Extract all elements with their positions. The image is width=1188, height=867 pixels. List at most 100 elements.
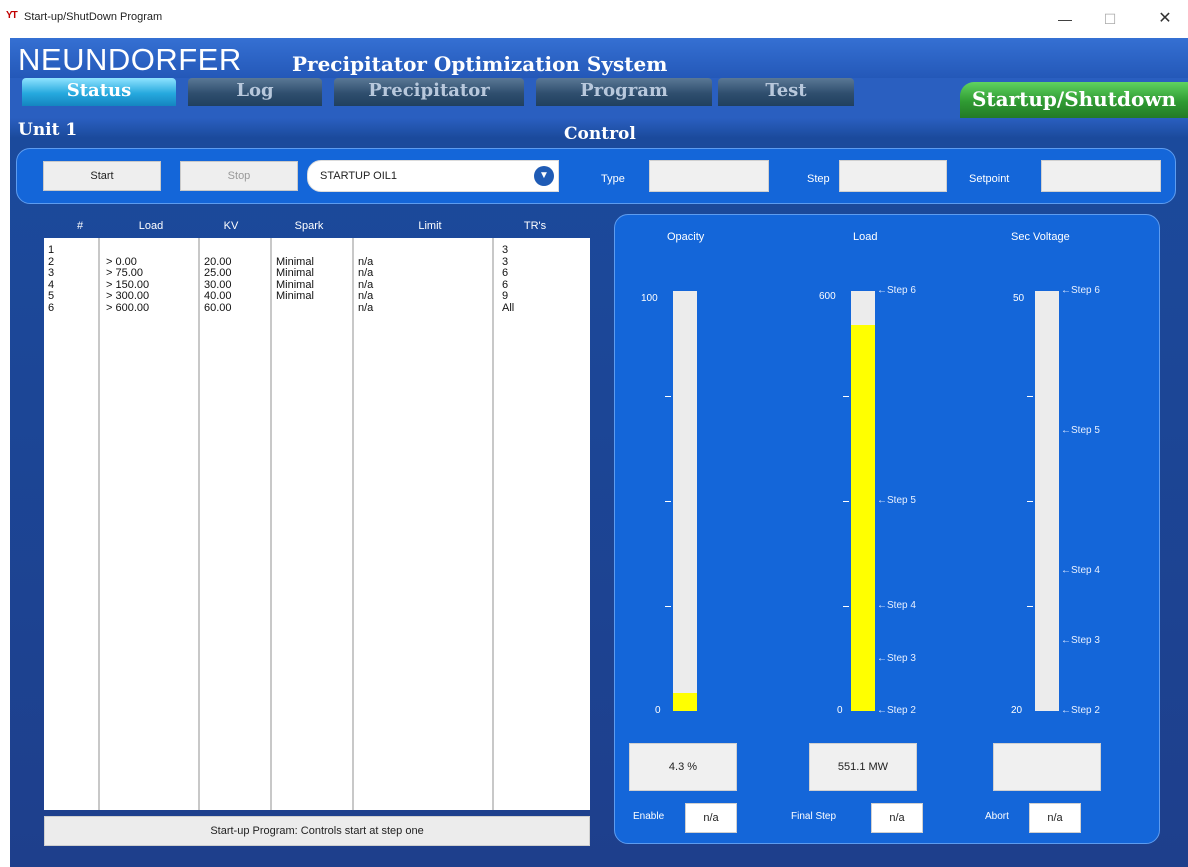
chevron-down-icon[interactable]: ▼ <box>534 166 554 186</box>
gauge-tick <box>665 396 671 397</box>
table-cell: 6 <box>502 267 509 279</box>
opacity-max-label: 100 <box>641 293 658 304</box>
setpoint-field <box>1041 160 1161 192</box>
step-marker: ←Step 2 <box>877 705 916 716</box>
table-column <box>272 238 354 810</box>
column-header-limit: Limit <box>418 220 442 232</box>
unit-label: Unit 1 <box>18 120 78 140</box>
load-bar-fill <box>851 325 875 711</box>
tab-log[interactable]: Log <box>188 78 322 106</box>
program-footnote: Start-up Program: Controls start at step… <box>44 816 590 846</box>
column-header-kv: KV <box>223 220 239 232</box>
table-cell: n/a <box>358 301 374 314</box>
column-header-trs: TR's <box>523 220 547 232</box>
column-header-load: Load <box>138 220 164 232</box>
table-cell: n/a <box>358 278 374 291</box>
table-cell: n/a <box>358 267 374 279</box>
load-bar <box>851 291 875 711</box>
opacity-readout: 4.3 % <box>629 743 737 791</box>
table-cell: 5 <box>48 290 55 302</box>
column-header-number: # <box>76 220 84 232</box>
setpoint-label: Setpoint <box>969 173 1010 185</box>
gauge-tick <box>843 396 849 397</box>
type-field <box>649 160 769 192</box>
abort-value: n/a <box>1029 803 1081 833</box>
step-marker: ←Step 2 <box>1061 705 1100 716</box>
table-cell: 4 <box>48 278 55 291</box>
gauge-tick <box>1027 606 1033 607</box>
table-cell: Minimal <box>276 255 314 268</box>
table-cell: n/a <box>358 255 374 268</box>
gauge-tick <box>665 501 671 502</box>
tab-precipitator[interactable]: Precipitator <box>334 78 524 106</box>
header-band: NEUNDORFER Precipitator Optimization Sys… <box>10 38 1188 78</box>
gauge-tick <box>1027 396 1033 397</box>
table-cell: 25.00 <box>204 267 232 279</box>
window-title: Start-up/ShutDown Program <box>24 11 163 23</box>
table-cell: Minimal <box>276 290 314 302</box>
tab-status[interactable]: Status <box>22 78 176 106</box>
program-select-value: STARTUP OIL1 <box>320 170 398 182</box>
sec-voltage-min-label: 20 <box>1011 705 1023 716</box>
sec-voltage-title: Sec Voltage <box>1011 231 1070 243</box>
step-label: Step <box>807 173 830 185</box>
table-column <box>44 238 100 810</box>
table-column <box>200 238 272 810</box>
window-title-bar: YT Start-up/ShutDown Program — ☐ ✕ <box>0 0 1188 38</box>
step-marker: ←Step 3 <box>877 652 916 664</box>
load-max-label: 600 <box>819 291 836 302</box>
stop-button[interactable]: Stop <box>180 161 298 191</box>
step-marker: ←Step 6 <box>1061 285 1100 296</box>
gauge-tick <box>665 606 671 607</box>
gauge-tick <box>843 606 849 607</box>
gauge-panel: Opacity Load Sec Voltage 100 0 600 0 ←St… <box>614 214 1160 844</box>
start-button[interactable]: Start <box>43 161 161 191</box>
step-marker: ←Step 4 <box>1061 565 1100 576</box>
step-marker: ←Step 3 <box>1061 635 1100 646</box>
table-cell: 2 <box>48 255 55 268</box>
tab-test[interactable]: Test <box>718 78 854 106</box>
close-button[interactable]: ✕ <box>1148 7 1182 31</box>
table-cell: > 600.00 <box>106 301 150 314</box>
tab-program[interactable]: Program <box>536 78 712 106</box>
table-cell: Minimal <box>276 267 314 279</box>
table-column <box>354 238 494 810</box>
table-cell: 6 <box>502 278 509 291</box>
enable-label: Enable <box>633 811 665 822</box>
sec-voltage-max-label: 50 <box>1013 293 1025 304</box>
control-bar: Start Stop STARTUP OIL1 ▼ Type Step Setp… <box>16 148 1176 204</box>
app-window: NEUNDORFER Precipitator Optimization Sys… <box>10 38 1188 867</box>
control-heading: Control <box>564 124 636 144</box>
sec-voltage-bar <box>1035 291 1059 711</box>
table-cell: 40.00 <box>204 290 232 302</box>
load-title: Load <box>853 231 878 243</box>
table-cell: 6 <box>48 301 55 314</box>
opacity-min-label: 0 <box>655 705 661 716</box>
column-header-spark: Spark <box>294 220 324 232</box>
maximize-button[interactable]: ☐ <box>1093 7 1127 31</box>
table-cell: 60.00 <box>204 301 232 314</box>
tab-startup-shutdown[interactable]: Startup/Shutdown <box>960 82 1188 118</box>
program-select[interactable]: STARTUP OIL1 ▼ <box>307 160 559 192</box>
table-cell: > 300.00 <box>106 290 150 302</box>
table-cell: > 150.00 <box>106 278 150 291</box>
minimize-button[interactable]: — <box>1048 7 1082 31</box>
table-cell: 20.00 <box>204 255 232 268</box>
table-cell: > 75.00 <box>106 267 144 279</box>
table-cell: Minimal <box>276 278 314 291</box>
type-label: Type <box>601 173 625 185</box>
table-cell: 3 <box>502 244 509 256</box>
brand-logo-text: NEUNDORFER <box>18 42 242 77</box>
step-marker: ←Step 4 <box>877 600 916 611</box>
steps-table[interactable]: 1 3 2 > 0.00 20.00 Minimal n/a 3 3 > 75.00 25.00 Mi… <box>44 238 590 810</box>
step-marker: ←Step 6 <box>877 285 916 296</box>
abort-label: Abort <box>985 811 1009 822</box>
table-cell: n/a <box>358 290 374 302</box>
load-readout: 551.1 MW <box>809 743 917 791</box>
table-cell: 3 <box>48 267 55 279</box>
table-column <box>100 238 200 810</box>
table-cell: > 0.00 <box>106 255 137 268</box>
sec-voltage-readout <box>993 743 1101 791</box>
table-cell: All <box>502 301 515 314</box>
opacity-bar <box>673 291 697 711</box>
